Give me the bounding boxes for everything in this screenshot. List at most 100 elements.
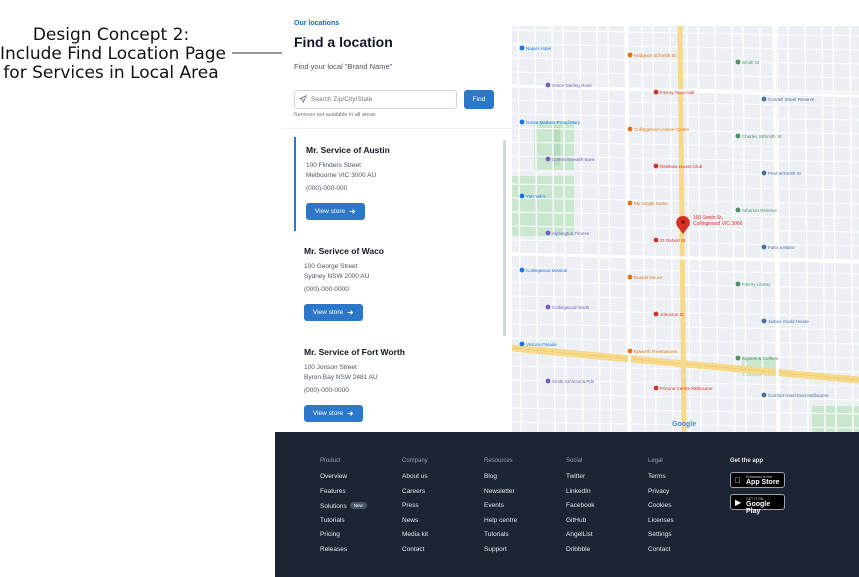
app-store-label: App Store: [746, 479, 780, 486]
list-scrollbar[interactable]: [503, 140, 506, 336]
footer-link[interactable]: GitHub: [566, 517, 595, 532]
location-card[interactable]: Mr. Service of Austin 100 Flinders Stree…: [294, 137, 492, 231]
map-place-label: Condell Street Reserve: [768, 97, 815, 102]
map-pin-icon[interactable]: [735, 59, 741, 65]
map-pin-icon[interactable]: [519, 193, 525, 199]
footer-link[interactable]: Tutorials: [320, 517, 367, 532]
footer-link[interactable]: Help centre: [484, 517, 517, 532]
app-store-button[interactable]:  Download on the App Store: [730, 472, 785, 488]
map-pin-icon[interactable]: [627, 52, 633, 58]
map-pin-icon[interactable]: [545, 378, 551, 384]
footer-link[interactable]: Tutorials: [484, 531, 517, 546]
map-place-label: My Jungle Home: [634, 201, 668, 206]
map-pin-icon[interactable]: [627, 348, 633, 354]
map-pin-icon[interactable]: [519, 45, 525, 51]
footer-link[interactable]: Releases: [320, 546, 367, 561]
map-pin-icon[interactable]: [653, 311, 659, 317]
footer-link[interactable]: Media kit: [402, 531, 428, 546]
map-pin-icon[interactable]: [735, 281, 741, 287]
map-pin-icon[interactable]: [627, 274, 633, 280]
map-pin-icon[interactable]: [735, 207, 741, 213]
view-store-label: View store: [312, 309, 344, 316]
footer-link[interactable]: Careers: [402, 488, 428, 503]
location-list[interactable]: Mr. Service of Austin 100 Flinders Stree…: [294, 137, 504, 432]
footer-link[interactable]: Settings: [648, 531, 674, 546]
map-place-label: Smith St: [742, 60, 760, 65]
map-pin-icon[interactable]: [761, 392, 767, 398]
marker-label: Collingwood VIC 3066: [693, 221, 743, 227]
google-play-button[interactable]: ▶ GET IT ON Google Play: [730, 494, 785, 515]
footer-link[interactable]: Overview: [320, 473, 367, 488]
location-phone: (000)-000-0000: [304, 387, 349, 394]
location-card[interactable]: Mr. Service of Fort Worth 100 Jonson Str…: [294, 339, 492, 432]
footer-link[interactable]: Press: [402, 502, 428, 517]
map-pin-icon[interactable]: [627, 126, 633, 132]
map-pin-icon[interactable]: [519, 267, 525, 273]
location-phone: (000)-000-000: [306, 185, 348, 192]
footer-link[interactable]: About us: [402, 473, 428, 488]
map-pin-icon[interactable]: [545, 82, 551, 88]
footer-link[interactable]: Facebook: [566, 502, 595, 517]
footer-link[interactable]: Newsletter: [484, 488, 517, 503]
footer-link[interactable]: Privacy: [648, 488, 674, 503]
map-pin-icon[interactable]: [735, 133, 741, 139]
footer-link[interactable]: Blog: [484, 473, 517, 488]
map-pin-icon[interactable]: [761, 170, 767, 176]
search-input[interactable]: [311, 93, 451, 106]
view-store-label: View store: [312, 410, 344, 417]
location-address: 100 Jonson Street Byron Bay NSW 2481 AU: [304, 363, 378, 383]
google-play-label: Google Play: [746, 501, 771, 515]
footer-link[interactable]: AngelList: [566, 531, 595, 546]
map-view[interactable]: Napier Hotel Hodgson St/Smith St Smith St G…: [512, 26, 859, 432]
map-pin-icon[interactable]: [735, 355, 741, 361]
address-line: Melbourne VIC 3000 AU: [306, 172, 377, 179]
search-box[interactable]: [294, 90, 457, 109]
footer-link[interactable]: Cookies: [648, 502, 674, 517]
footer-link[interactable]: News: [402, 517, 428, 532]
footer-column-heading: Legal: [648, 458, 663, 464]
footer-link[interactable]: Features: [320, 488, 367, 503]
map-pin-icon[interactable]: [519, 119, 525, 125]
location-card[interactable]: Mr. Serivce of Waco 100 George Street Sy…: [294, 238, 492, 332]
page-subtitle: Find your local "Brand Name": [294, 62, 393, 71]
footer-link[interactable]: Dribbble: [566, 546, 595, 561]
footer-link[interactable]: Pricing: [320, 531, 367, 546]
app-heading: Get the app: [730, 458, 764, 464]
map-pin-icon[interactable]: [545, 156, 551, 162]
map-pin-icon[interactable]: [653, 163, 659, 169]
location-name: Mr. Service of Austin: [306, 145, 390, 155]
map-place-label: Charles St/Smith St: [742, 134, 782, 139]
map-pin-icon[interactable]: [519, 341, 525, 347]
map-pin-icon[interactable]: [761, 244, 767, 250]
map-place-label: Collingwood Leisure Centre: [634, 127, 690, 132]
view-store-button[interactable]: View store: [304, 405, 363, 422]
footer-link[interactable]: Events: [484, 502, 517, 517]
address-line: 100 Flinders Street: [306, 162, 361, 169]
map-pin-icon[interactable]: [653, 89, 659, 95]
map-pin-icon[interactable]: [653, 237, 659, 243]
footer-link[interactable]: LinkedIn: [566, 488, 595, 503]
footer-link[interactable]: Contact: [648, 546, 674, 561]
map-place-label: Fitzroy Library: [742, 282, 771, 287]
arrow-right-icon: [347, 310, 354, 315]
map-pin-icon[interactable]: [761, 96, 767, 102]
footer-link[interactable]: Twitter: [566, 473, 595, 488]
view-store-button[interactable]: View store: [306, 203, 365, 220]
map-pin-icon[interactable]: [545, 230, 551, 236]
address-line: 100 Jonson Street: [304, 364, 357, 371]
footer-link[interactable]: Contact: [402, 546, 428, 561]
find-button[interactable]: Find: [464, 90, 494, 109]
footer-link[interactable]: Terms: [648, 473, 674, 488]
map-pin-icon[interactable]: [761, 318, 767, 324]
map-pin-icon[interactable]: [627, 200, 633, 206]
map-canvas[interactable]: Napier Hotel Hodgson St/Smith St Smith St G…: [512, 26, 859, 432]
map-place-label: Gorse Markets Proud Mary: [526, 120, 581, 125]
map-place-label: 21 Robert St: [660, 238, 686, 243]
apple-icon: : [735, 476, 741, 485]
map-pin-icon[interactable]: [653, 385, 659, 391]
footer-link[interactable]: Licenses: [648, 517, 674, 532]
footer-link[interactable]: Support: [484, 546, 517, 561]
map-pin-icon[interactable]: [545, 304, 551, 310]
view-store-button[interactable]: View store: [304, 304, 363, 321]
footer-link-solutions[interactable]: Solutions New: [320, 502, 367, 517]
